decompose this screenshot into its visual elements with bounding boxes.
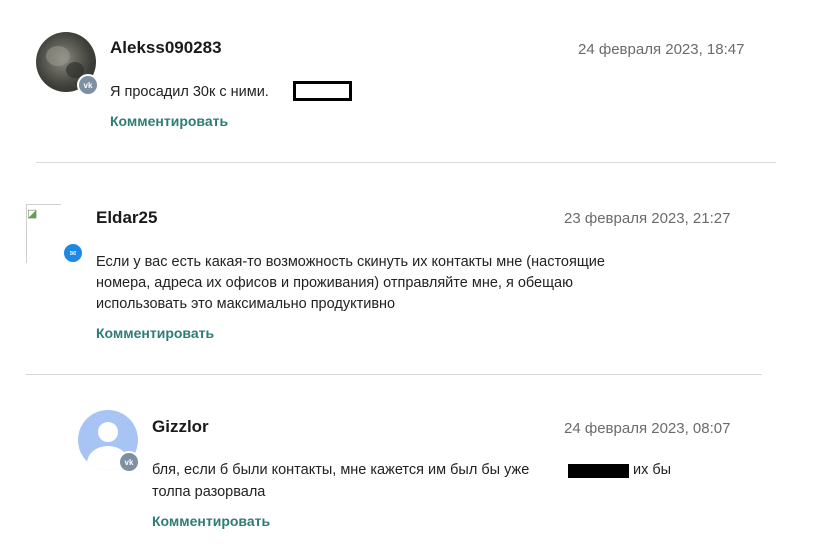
vk-icon: vk bbox=[118, 451, 140, 473]
comment-text: бля, если б были контакты, мне кажется и… bbox=[152, 462, 530, 478]
comment-text: их бы bbox=[633, 462, 672, 478]
comment-reply-link[interactable]: Комментировать bbox=[152, 513, 270, 529]
comment-username[interactable]: Alekss090283 bbox=[110, 38, 222, 58]
avatar-person-head bbox=[98, 422, 118, 442]
comment-text-line: Если у вас есть какая-то возможность ски… bbox=[96, 254, 605, 270]
vk-icon: vk bbox=[77, 74, 99, 96]
comment-username[interactable]: Gizzlor bbox=[152, 417, 209, 437]
avatar-broken-image[interactable]: ◪ bbox=[26, 204, 61, 263]
avatar-texture bbox=[46, 46, 70, 66]
comment-text: толпа разорвала bbox=[152, 484, 266, 500]
redaction-box bbox=[293, 81, 352, 101]
comment-text-line: номера, адреса их офисов и проживания) о… bbox=[96, 275, 573, 291]
comment-date: 23 февраля 2023, 21:27 bbox=[564, 210, 731, 227]
comment-date: 24 февраля 2023, 08:07 bbox=[564, 420, 731, 437]
mail-icon: ✉ bbox=[62, 242, 84, 264]
comment-reply-link[interactable]: Комментировать bbox=[96, 325, 214, 341]
comment-divider bbox=[36, 162, 776, 163]
redaction-box bbox=[568, 464, 629, 478]
comment-text: Я просадил 30к с ними. bbox=[110, 84, 269, 100]
broken-image-icon: ◪ bbox=[27, 208, 38, 220]
comment-username[interactable]: Eldar25 bbox=[96, 208, 157, 228]
comment-date: 24 февраля 2023, 18:47 bbox=[578, 41, 745, 58]
comment-reply-link[interactable]: Комментировать bbox=[110, 113, 228, 129]
comment-divider bbox=[26, 374, 762, 375]
comment-text-line: использовать это максимально продуктивно bbox=[96, 296, 396, 312]
